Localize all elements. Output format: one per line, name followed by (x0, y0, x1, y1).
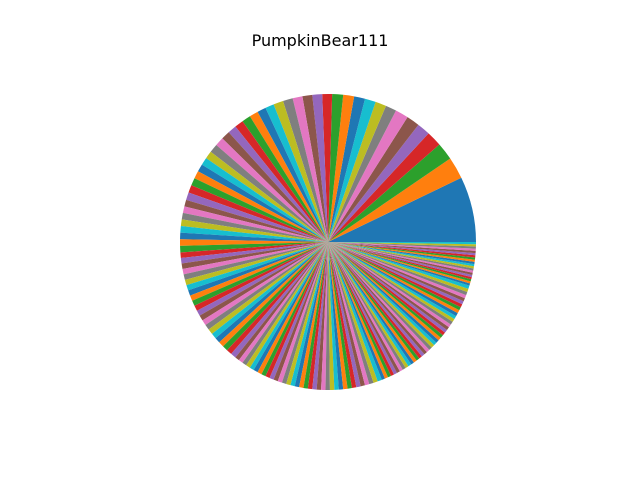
pie-chart (180, 93, 476, 390)
